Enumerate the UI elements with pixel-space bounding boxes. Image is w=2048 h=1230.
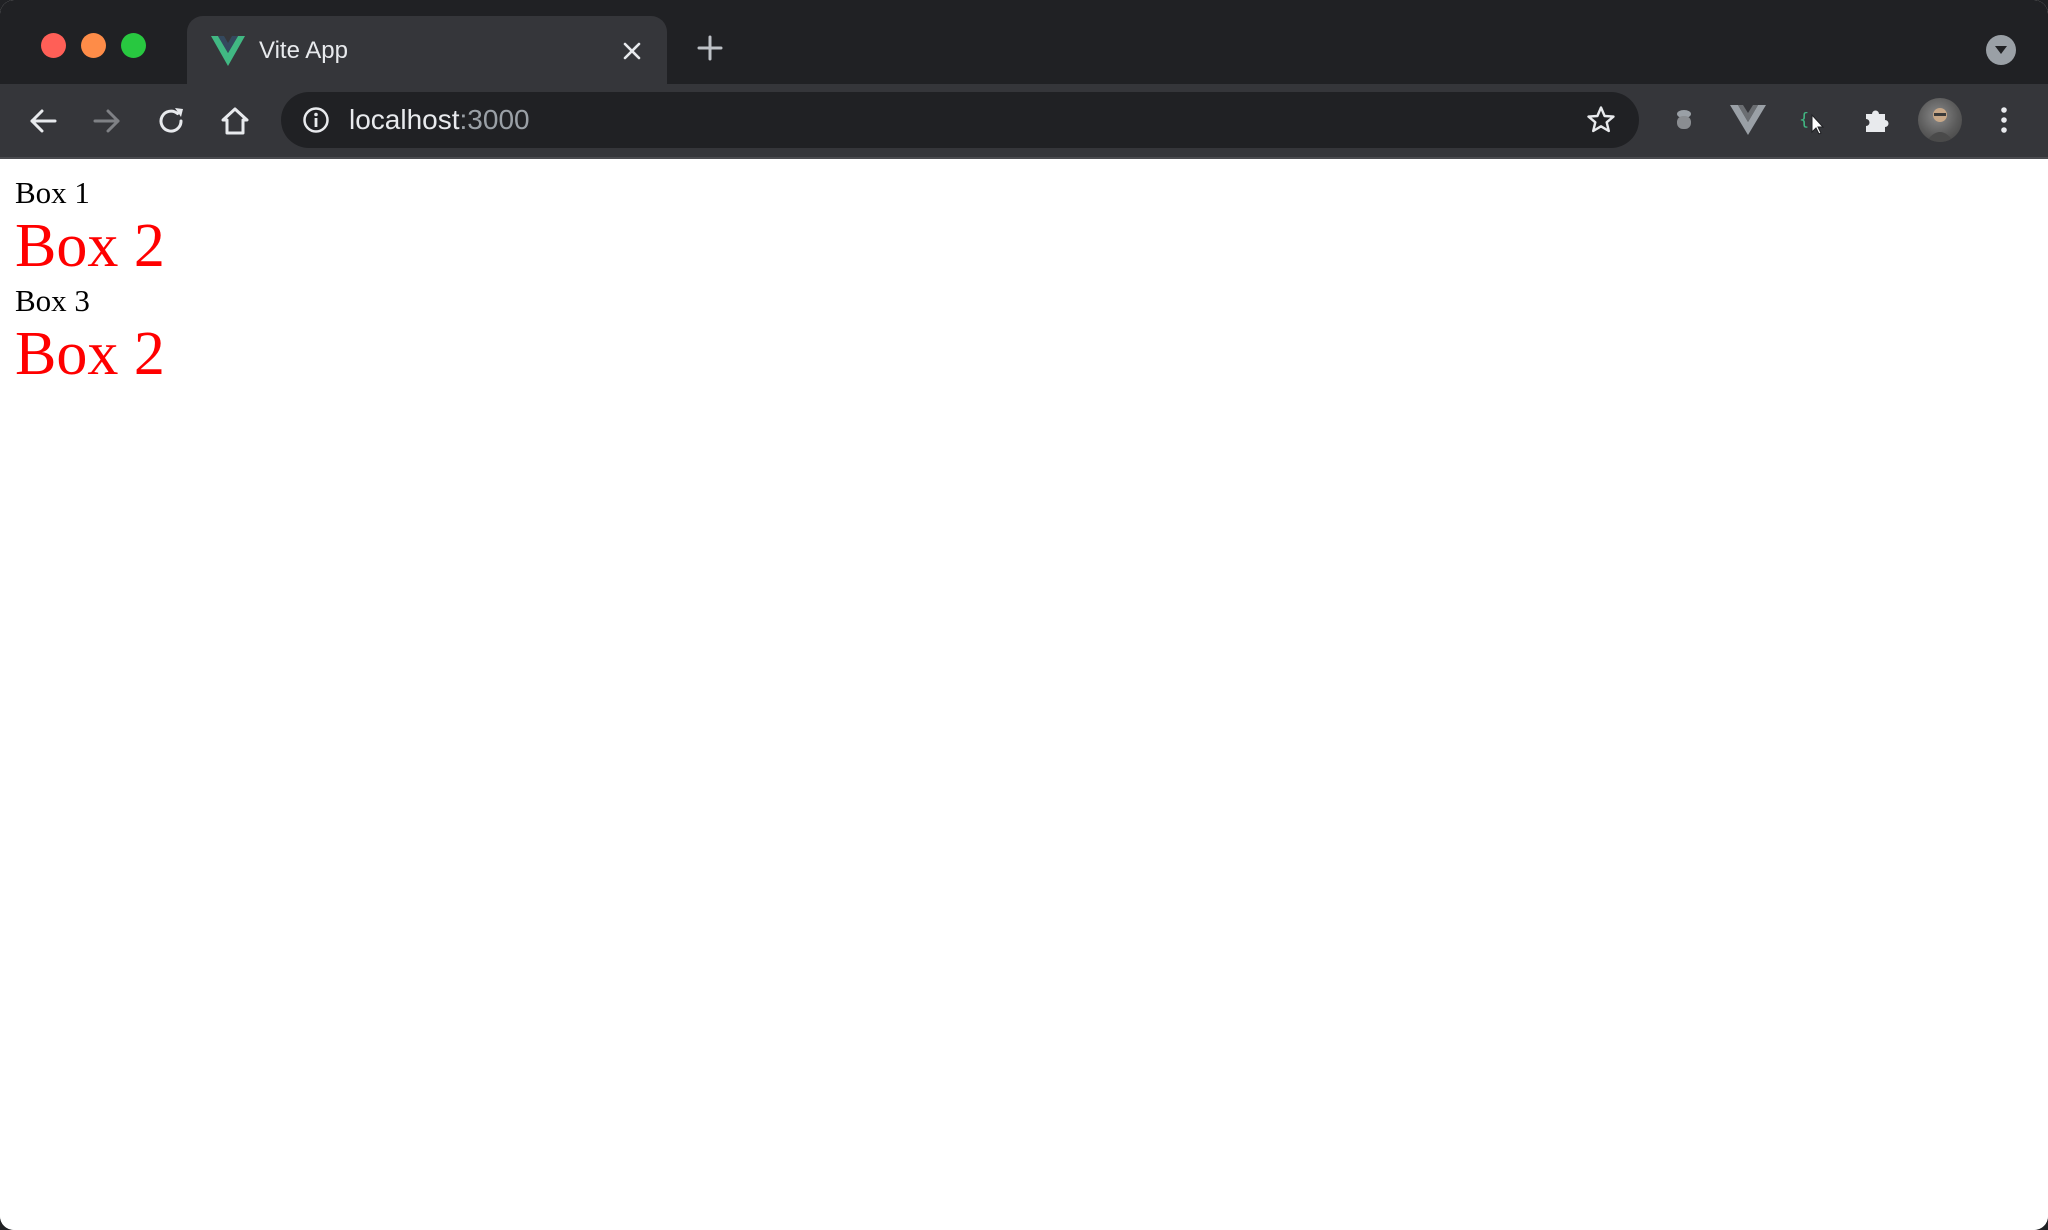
vue-devtools-icon[interactable]: [1728, 100, 1768, 140]
box-2-repeat-text: Box 2: [15, 320, 165, 388]
window-close-button[interactable]: [41, 33, 66, 58]
reload-icon[interactable]: [152, 102, 190, 140]
page-content: Box 1 Box 2 Box 3 Box 2: [0, 159, 2048, 1230]
url-text: localhost:3000: [349, 104, 530, 136]
close-icon[interactable]: [617, 36, 647, 66]
new-tab-plus-icon[interactable]: [694, 32, 726, 64]
back-arrow-icon[interactable]: [24, 102, 62, 140]
tab-vite-app[interactable]: Vite App: [187, 16, 667, 84]
url-host: localhost: [349, 104, 460, 135]
star-icon[interactable]: [1585, 104, 1617, 136]
home-icon[interactable]: [216, 102, 254, 140]
svg-text:{: {: [1799, 110, 1809, 130]
address-bar[interactable]: localhost:3000: [281, 92, 1639, 148]
box-3-text: Box 3: [15, 283, 90, 318]
browser-window: Vite App localhost:3000 {Box 1 Box 2 Bo…: [0, 0, 2048, 1230]
forward-arrow-icon[interactable]: [88, 102, 126, 140]
info-icon[interactable]: [301, 105, 331, 135]
avatar[interactable]: [1918, 98, 1962, 142]
box-1-text: Box 1: [15, 175, 90, 210]
window-maximize-button[interactable]: [121, 33, 146, 58]
browser-toolbar: localhost:3000 {: [0, 84, 2048, 159]
tab-title: Vite App: [259, 37, 348, 64]
acorn-extension-icon[interactable]: [1664, 100, 1704, 140]
box-2-text: Box 2: [15, 212, 165, 280]
tab-strip: Vite App: [0, 0, 2048, 84]
tab-search-chevron-icon[interactable]: [1986, 35, 2016, 65]
kebab-menu-icon[interactable]: [1984, 100, 2024, 140]
window-minimize-button[interactable]: [81, 33, 106, 58]
puzzle-extensions-icon[interactable]: [1856, 100, 1896, 140]
url-port: :3000: [459, 104, 530, 135]
vue-logo-icon: [211, 36, 245, 66]
devtools-inspector-icon[interactable]: {: [1792, 100, 1832, 140]
